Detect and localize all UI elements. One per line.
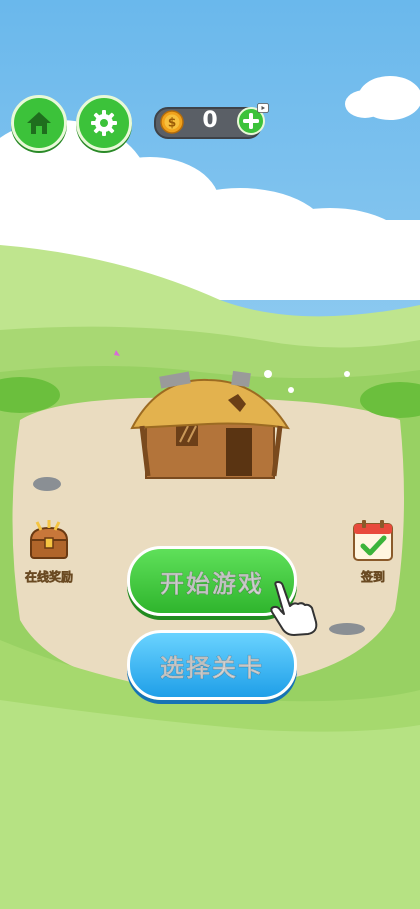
settings-button[interactable]: [76, 95, 132, 151]
home-button[interactable]: [11, 95, 67, 151]
start-game-label: 开始游戏: [160, 569, 264, 598]
online-reward-button[interactable]: 在线奖励: [20, 518, 78, 586]
svg-text:$: $: [168, 116, 176, 130]
calendar-check-icon: [353, 520, 393, 561]
checkin-label: 签到: [360, 570, 386, 585]
select-level-label: 选择关卡: [160, 653, 264, 682]
pointing-hand-icon: [270, 581, 318, 636]
thatched-hut: [130, 370, 290, 479]
online-reward-label: 在线奖励: [24, 570, 74, 585]
checkin-button[interactable]: 签到: [348, 518, 398, 586]
coin-amount: 0: [202, 108, 218, 133]
coin-icon: $: [160, 110, 184, 134]
video-ad-icon: [257, 103, 269, 113]
home-icon: [27, 112, 51, 134]
treasure-chest-icon: [29, 520, 69, 559]
select-level-button[interactable]: 选择关卡: [127, 630, 297, 700]
gear-icon: [91, 110, 117, 136]
